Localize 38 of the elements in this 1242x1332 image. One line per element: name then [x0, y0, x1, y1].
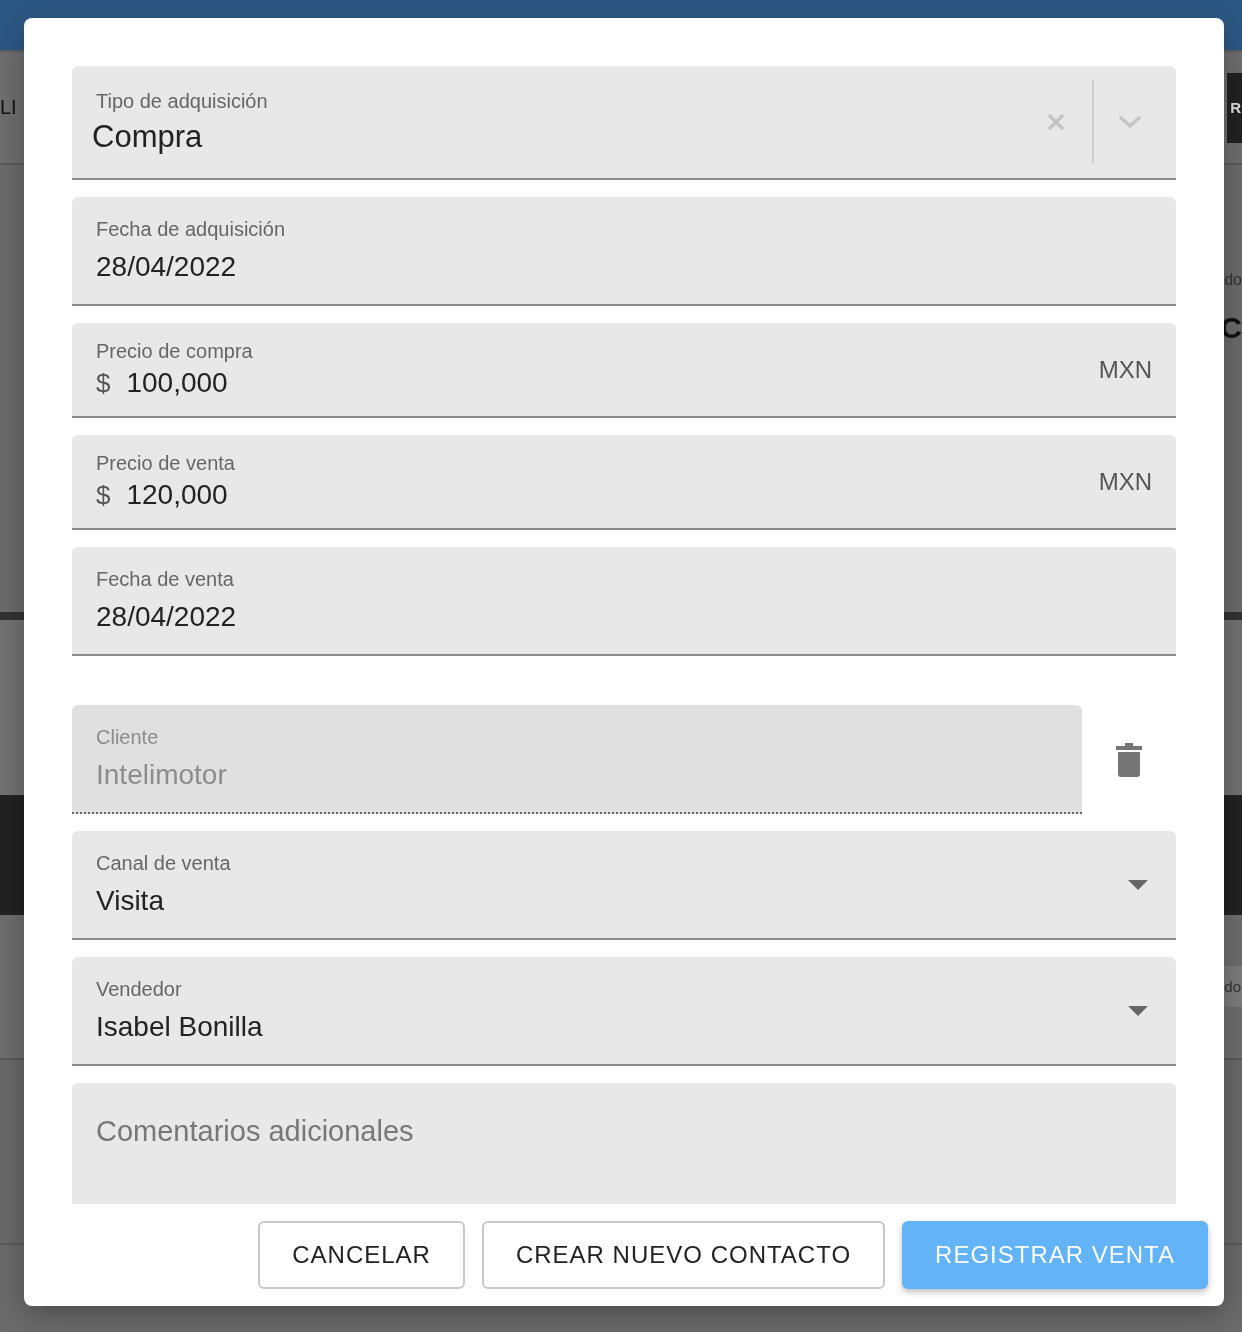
field-label: Canal de venta: [96, 852, 232, 875]
page-text: LI: [0, 96, 17, 119]
tab-text: R: [1227, 72, 1242, 143]
currency-suffix: MXN: [1098, 355, 1152, 384]
trash-icon[interactable]: [1116, 741, 1142, 778]
field-value: Isabel Bonilla: [96, 1011, 264, 1043]
price-field[interactable]: Precio de compra $ 100,000 MXN: [72, 323, 1176, 418]
action-button[interactable]: CREAR NUEVO CONTACTO: [481, 1221, 886, 1289]
field-value: 100,000: [126, 367, 228, 399]
clear-icon[interactable]: [1046, 112, 1066, 132]
currency-prefix: $: [96, 480, 111, 511]
field-label: Vendedor: [96, 978, 183, 1001]
field-value: 120,000: [126, 479, 228, 511]
select-field[interactable]: Canal de venta Visita: [72, 831, 1176, 940]
field-value: 28/04/2022: [96, 251, 238, 283]
chip: do: [1222, 966, 1242, 1007]
price-field[interactable]: Precio de venta $ 120,000 MXN: [72, 435, 1176, 530]
currency-prefix: $: [96, 368, 111, 399]
field-value: Compra: [92, 118, 204, 155]
field-label: Tipo de adquisición: [95, 89, 269, 113]
comments-field[interactable]: Comentarios adicionales: [72, 1083, 1176, 1204]
chevron-down-icon[interactable]: [1118, 115, 1142, 129]
field-label: Precio de compra: [96, 340, 254, 363]
caret-down-icon: [1128, 879, 1148, 890]
select-field[interactable]: Tipo de adquisición Compra: [72, 66, 1176, 180]
caret-down-icon: [1128, 1005, 1148, 1016]
field-label: Cliente: [96, 726, 160, 749]
field-label: Fecha de venta: [96, 568, 235, 591]
date-field[interactable]: Fecha de venta 28/04/2022: [72, 547, 1176, 656]
field-label: Precio de venta: [96, 452, 236, 475]
currency-suffix: MXN: [1098, 467, 1152, 496]
field-label: Fecha de adquisición: [96, 218, 286, 241]
date-field[interactable]: Fecha de adquisición 28/04/2022: [72, 197, 1176, 306]
select-field[interactable]: Vendedor Isabel Bonilla: [72, 957, 1176, 1066]
field-value: Visita: [96, 885, 165, 917]
action-button[interactable]: CANCELAR: [258, 1221, 465, 1289]
field-value: Intelimotor: [96, 759, 228, 791]
field-value: 28/04/2022: [96, 601, 238, 633]
